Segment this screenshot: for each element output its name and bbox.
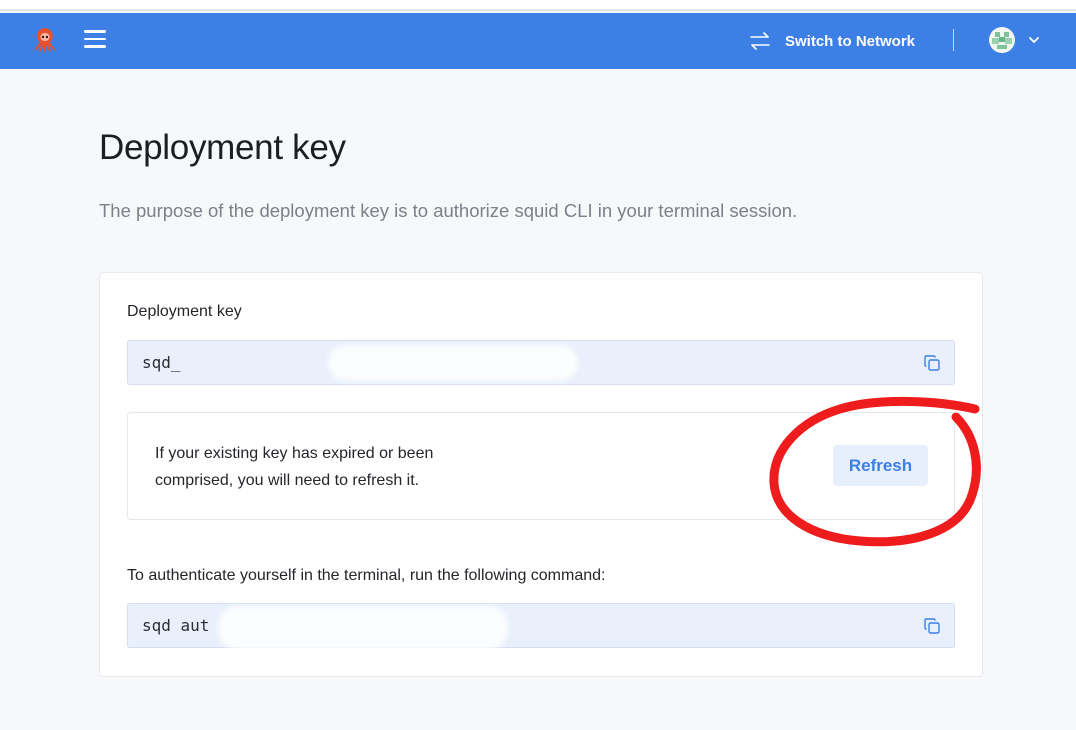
- hamburger-menu-icon[interactable]: [82, 27, 108, 53]
- deployment-key-card: Deployment key sqd_ If your existing key…: [99, 272, 983, 677]
- top-navigation-bar: Switch to Network: [0, 13, 1076, 69]
- command-value: sqd aut: [142, 616, 210, 635]
- copy-icon[interactable]: [923, 354, 941, 372]
- squid-logo-icon[interactable]: [30, 25, 60, 55]
- copy-icon[interactable]: [923, 617, 941, 635]
- redaction-smear: [328, 345, 578, 381]
- redaction-smear: [218, 606, 508, 650]
- deployment-key-field[interactable]: sqd_: [127, 340, 955, 385]
- deployment-key-value: sqd_: [142, 353, 181, 372]
- command-field[interactable]: sqd aut: [127, 603, 955, 650]
- refresh-notice-text: If your existing key has expired or been…: [155, 445, 434, 489]
- page-title: Deployment key: [99, 128, 346, 167]
- browser-top-strip: [0, 0, 1076, 11]
- switch-to-network-button[interactable]: Switch to Network: [748, 25, 915, 57]
- command-label: To authenticate yourself in the terminal…: [127, 567, 606, 584]
- refresh-notice-box: If your existing key has expired or been…: [127, 412, 955, 520]
- header-divider: [953, 29, 954, 51]
- page-description: The purpose of the deployment key is to …: [99, 200, 798, 221]
- swap-arrows-icon: [750, 32, 770, 50]
- chevron-down-icon[interactable]: [1026, 32, 1042, 48]
- switch-to-network-label: Switch to Network: [785, 32, 916, 50]
- deployment-key-label: Deployment key: [127, 303, 242, 320]
- refresh-button[interactable]: Refresh: [833, 445, 928, 486]
- user-avatar-icon[interactable]: [989, 27, 1015, 53]
